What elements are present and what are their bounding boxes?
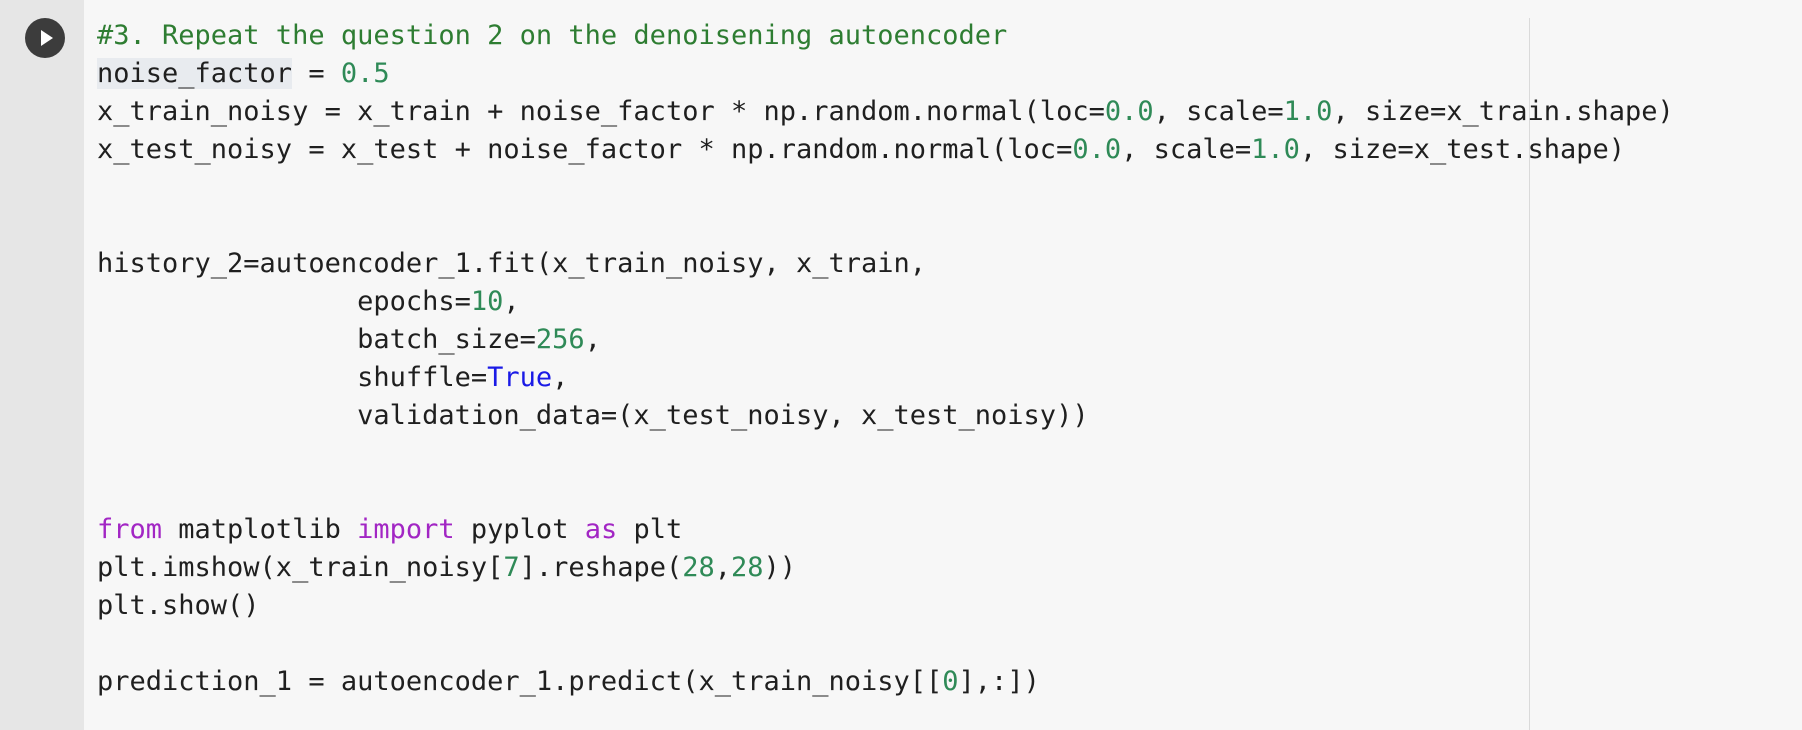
code-token: pyplot <box>454 514 585 545</box>
code-token: 1.0 <box>1283 96 1333 127</box>
code-token: 0.5 <box>340 58 390 89</box>
code-token: x_train_noisy = x_train + noise_factor *… <box>97 96 1105 127</box>
code-line: validation_data=(x_test_noisy, x_test_no… <box>97 397 1089 435</box>
code-line: x_train_noisy = x_train + noise_factor *… <box>97 93 1674 131</box>
code-token: , size=x_train.shape) <box>1332 96 1674 127</box>
run-cell-button[interactable] <box>25 18 65 58</box>
code-token: plt <box>617 514 683 545</box>
code-token: 10 <box>470 286 504 317</box>
code-token: plt.imshow(x_train_noisy[ <box>97 552 504 583</box>
code-line: history_2=autoencoder_1.fit(x_train_nois… <box>97 245 926 283</box>
code-line: #3. Repeat the question 2 on the denoise… <box>97 17 1007 55</box>
code-token: prediction_1 = autoencoder_1.predict(x_t… <box>97 666 943 697</box>
code-token: 28 <box>731 552 764 583</box>
code-line: shuffle=True, <box>97 359 568 397</box>
code-token: , scale= <box>1153 96 1284 127</box>
cell-gutter <box>0 0 84 730</box>
code-token: , <box>503 286 520 317</box>
code-token: , size=x_test.shape) <box>1299 134 1626 165</box>
code-token: matplotlib <box>162 514 358 545</box>
code-token: 256 <box>535 324 585 355</box>
code-line: epochs=10, <box>97 283 520 321</box>
play-icon <box>41 30 53 46</box>
code-line: noise_factor = 0.5 <box>97 55 390 93</box>
code-token: validation_data=(x_test_noisy, x_test_no… <box>97 400 1089 431</box>
code-token: = <box>292 58 341 89</box>
code-token: 0.0 <box>1104 96 1154 127</box>
code-token: import <box>357 514 455 545</box>
code-token: , <box>552 362 569 393</box>
code-token: 0 <box>942 666 959 697</box>
code-token: batch_size= <box>97 324 536 355</box>
code-token: True <box>487 362 553 393</box>
code-token: 7 <box>503 552 520 583</box>
code-token: , <box>714 552 731 583</box>
code-token: plt.show() <box>97 590 260 621</box>
code-line: plt.imshow(x_train_noisy[7].reshape(28,2… <box>97 549 796 587</box>
code-token: 1.0 <box>1251 134 1300 165</box>
code-line: prediction_1 = autoencoder_1.predict(x_t… <box>97 663 1040 701</box>
code-token: , scale= <box>1121 134 1252 165</box>
code-cell: #3. Repeat the question 2 on the denoise… <box>0 0 1802 730</box>
code-token: 0.0 <box>1072 134 1122 165</box>
code-line: from matplotlib import pyplot as plt <box>97 511 682 549</box>
code-token: noise_factor <box>97 58 293 89</box>
code-token: history_2=autoencoder_1.fit(x_train_nois… <box>97 248 927 279</box>
code-token: shuffle= <box>97 362 488 393</box>
code-token: epochs= <box>97 286 471 317</box>
code-line: batch_size=256, <box>97 321 601 359</box>
code-token: ],:]) <box>958 666 1040 697</box>
code-token: ].reshape( <box>519 552 683 583</box>
code-token: , <box>584 324 601 355</box>
code-editor[interactable]: #3. Repeat the question 2 on the denoise… <box>84 0 1802 730</box>
code-line: x_test_noisy = x_test + noise_factor * n… <box>97 131 1625 169</box>
code-token: 28 <box>682 552 715 583</box>
code-token: x_test_noisy = x_test + noise_factor * n… <box>97 134 1073 165</box>
code-token: as <box>584 514 618 545</box>
code-token: from <box>97 514 163 545</box>
code-token: #3. Repeat the question 2 on the denoise… <box>97 20 1008 51</box>
code-line: plt.show() <box>97 587 260 625</box>
code-token: )) <box>763 552 797 583</box>
